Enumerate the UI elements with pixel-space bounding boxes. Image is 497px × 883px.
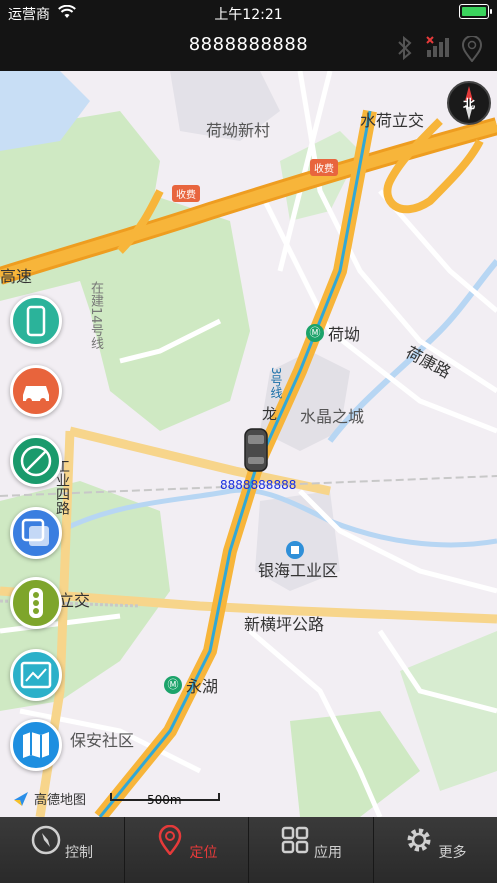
metro-station-label: 永湖	[186, 677, 219, 696]
no-track-icon	[20, 445, 52, 477]
layers-button[interactable]	[10, 507, 62, 559]
phone-button[interactable]	[10, 295, 62, 347]
label-line14: 在建14号线	[88, 281, 103, 350]
battery-icon	[459, 4, 492, 19]
metro-icon: Ⓜ	[306, 324, 324, 342]
label-baoan-community: 保安社区	[70, 731, 135, 750]
tab-apps[interactable]: 应用	[248, 817, 373, 883]
gear-icon	[407, 828, 431, 852]
tab-label: 定位	[189, 845, 218, 861]
metro-station-hekao: Ⓜ 荷坳	[306, 321, 360, 345]
tab-label: 更多	[438, 845, 467, 861]
playback-icon	[20, 661, 52, 689]
compass-north-label: 北	[462, 97, 475, 111]
amap-logo-icon	[14, 791, 28, 806]
label-yinhai-park: 银海工业区	[258, 561, 339, 580]
traffic-button[interactable]	[10, 577, 62, 629]
label-xinhengping-road: 新横坪公路	[244, 615, 325, 634]
map-provider-label: 高德地图	[34, 793, 87, 808]
tab-more[interactable]: 更多	[372, 817, 497, 883]
layers-icon	[21, 518, 49, 546]
tab-location[interactable]: 定位	[123, 817, 249, 883]
vehicle-id-label: 8888888888	[220, 478, 297, 492]
label-interchange: 立交	[58, 591, 91, 610]
label-hekao-village: 荷坳新村	[206, 121, 271, 140]
map-type-button[interactable]	[10, 719, 62, 771]
vehicle-marker-icon[interactable]	[242, 427, 270, 473]
map-scale-label: 500m	[147, 793, 182, 807]
label-long: 龙	[262, 405, 278, 423]
toll-badge: 收费	[172, 185, 200, 202]
label-highway: 高速	[0, 267, 33, 286]
park-marker-icon	[286, 541, 304, 559]
toll-badge: 收费	[310, 159, 338, 176]
bluetooth-icon	[398, 36, 412, 60]
no-track-button[interactable]	[10, 435, 62, 487]
device-title: 8888888888	[188, 34, 309, 55]
tab-label: 控制	[64, 845, 93, 861]
map-view[interactable]: 荷坳新村 水荷立交 收费 收费 高速 荷康路 水晶之城 银海工业区 新横坪公路 …	[0, 71, 497, 817]
metro-station-label: 荷坳	[328, 325, 361, 344]
location-pin-icon	[158, 824, 182, 857]
map-provider-logo: 高德地图	[12, 789, 86, 808]
label-shuihe-interchange: 水荷立交	[360, 111, 425, 130]
phone-icon	[26, 305, 46, 337]
map-icon	[23, 732, 49, 758]
metro-icon: Ⓜ	[164, 676, 182, 694]
app-header: 运营商 上午12:21 8888888888	[0, 0, 497, 71]
playback-button[interactable]	[10, 649, 62, 701]
tab-label: 应用	[313, 845, 342, 861]
tab-control[interactable]: 控制	[0, 817, 124, 883]
car-icon	[23, 386, 49, 404]
bottom-nav: 控制 定位 应用 更多	[0, 817, 497, 883]
gps-pin-icon	[461, 36, 483, 62]
compass-button[interactable]: 北	[447, 81, 491, 125]
label-shuijing-city: 水晶之城	[300, 407, 365, 426]
car-button[interactable]	[10, 365, 62, 417]
traffic-light-icon	[29, 588, 43, 618]
signal-icon	[426, 36, 449, 57]
status-time: 上午12:21	[214, 7, 283, 23]
status-bar: 运营商 上午12:21	[0, 0, 497, 26]
metro-station-yonghu: Ⓜ 永湖	[164, 673, 218, 697]
label-line3: 3号线	[269, 367, 283, 399]
compass-icon	[31, 825, 60, 855]
grid-icon	[281, 826, 308, 854]
